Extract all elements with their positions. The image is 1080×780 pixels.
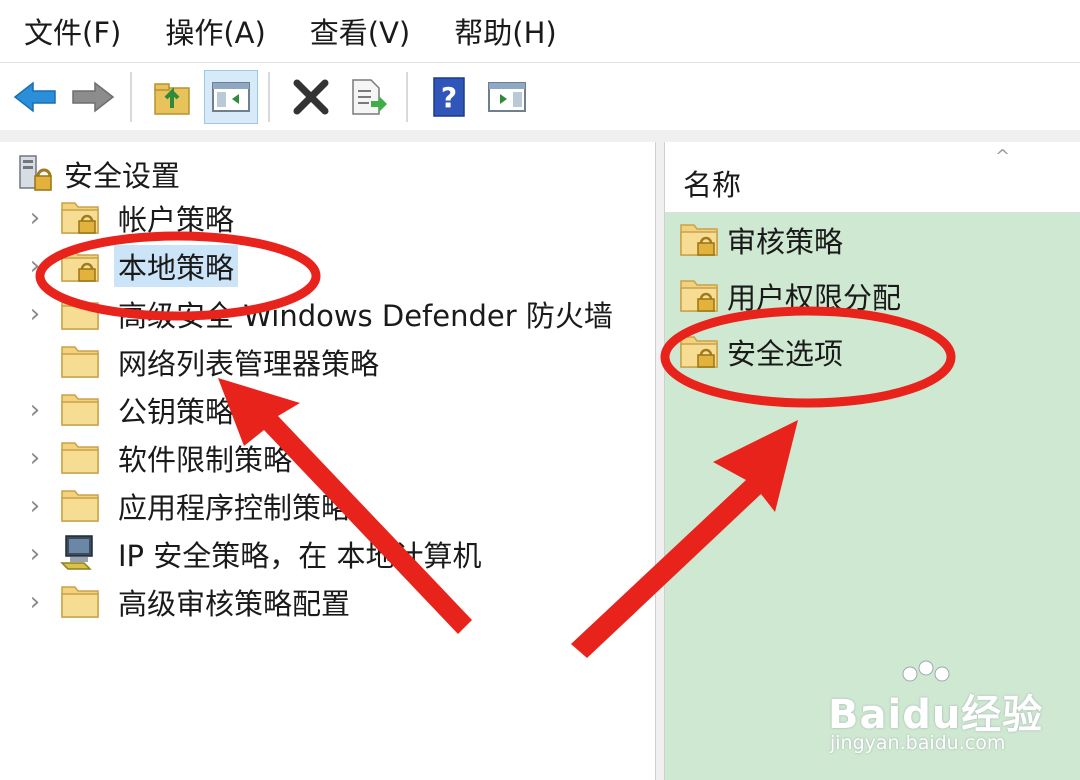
up-folder-icon <box>154 83 190 115</box>
tree-item[interactable]: › IP 安全策略，在 本地计算机 <box>24 532 485 576</box>
tree-item[interactable]: › 本地策略 <box>24 244 239 288</box>
tree-pane: 安全设置 › 帐户策略 › 本地策略 › 高级安全 Windows Defender 防火… <box>0 142 656 780</box>
menu-help[interactable]: 帮助(H) <box>432 10 578 52</box>
forward-arrow-icon <box>72 81 115 113</box>
folder-lock-icon <box>60 245 100 287</box>
tree-item[interactable]: › 高级安全 Windows Defender 防火墙 <box>24 292 617 336</box>
back-button[interactable] <box>8 70 62 124</box>
svg-text:?: ? <box>441 81 457 114</box>
menu-view[interactable]: 查看(V) <box>288 10 432 52</box>
expand-chevron-icon[interactable]: › <box>24 587 46 617</box>
watermark-url: jingyan.baidu.com <box>830 732 1006 754</box>
menu-bar: 文件(F) 操作(A) 查看(V) 帮助(H) <box>0 0 1080 62</box>
list-item[interactable]: 用户权限分配 <box>679 272 901 320</box>
tree-item-label: 公钥策略 <box>118 395 235 429</box>
folder-icon <box>60 389 100 431</box>
folder-lock-icon <box>679 331 719 373</box>
list-item[interactable]: 安全选项 <box>679 328 843 376</box>
tree-item-label: 高级安全 Windows Defender 防火墙 <box>118 299 613 333</box>
expand-chevron-icon[interactable]: › <box>24 395 46 425</box>
folder-lock-icon <box>60 197 100 239</box>
tree-item-label: 软件限制策略 <box>118 443 293 477</box>
folder-icon <box>60 341 100 383</box>
list-item-label: 用户权限分配 <box>727 281 902 315</box>
folder-icon <box>60 485 100 527</box>
folder-icon <box>60 293 100 335</box>
tree-item[interactable]: › 应用程序控制策略 <box>24 484 354 528</box>
delete-x-icon <box>293 79 329 115</box>
tree-item-label: 帐户策略 <box>118 203 235 237</box>
expand-chevron-icon[interactable]: › <box>24 539 46 569</box>
tree-item-label: 高级审核策略配置 <box>118 587 351 621</box>
folder-icon <box>60 437 100 479</box>
column-header-label: 名称 <box>683 168 742 202</box>
tree-item[interactable]: › 软件限制策略 <box>24 436 296 480</box>
computer-shield-icon <box>60 533 100 575</box>
pane-splitter[interactable] <box>655 142 665 780</box>
list-item-label: 审核策略 <box>727 225 844 259</box>
tree-item-label: 网络列表管理器策略 <box>118 347 380 381</box>
action-pane-button[interactable] <box>480 70 534 124</box>
tree-item-label: 本地策略 <box>114 245 239 287</box>
column-header-name[interactable]: 名称 ^ <box>665 142 1080 213</box>
show-hide-tree-button[interactable] <box>204 70 258 124</box>
list-item-label: 安全选项 <box>727 337 844 371</box>
tree-item[interactable]: › 公钥策略 <box>24 388 238 432</box>
delete-button[interactable] <box>284 70 338 124</box>
menu-file[interactable]: 文件(F) <box>0 10 143 52</box>
export-list-button[interactable] <box>342 70 396 124</box>
pane-gap <box>0 130 1080 142</box>
show-hide-tree-icon <box>212 82 250 112</box>
tree-root-label: 安全设置 <box>64 159 181 193</box>
folder-lock-icon <box>679 275 719 317</box>
forward-button[interactable] <box>66 70 120 124</box>
expand-chevron-icon[interactable]: › <box>24 251 46 281</box>
action-pane-icon <box>488 82 526 112</box>
tree-item-label: 应用程序控制策略 <box>118 491 351 525</box>
export-list-icon <box>352 79 387 115</box>
back-arrow-icon <box>13 81 56 113</box>
tree-root-security-settings[interactable]: 安全设置 <box>16 152 180 196</box>
toolbar-separator <box>130 72 132 122</box>
toolbar-separator <box>406 72 408 122</box>
list-item[interactable]: 审核策略 <box>679 216 843 264</box>
toolbar-separator <box>268 72 270 122</box>
help-button[interactable]: ? <box>422 70 476 124</box>
folder-lock-icon <box>679 219 719 261</box>
toolbar: ? <box>0 62 1080 131</box>
expand-chevron-icon[interactable]: › <box>24 203 46 233</box>
expand-chevron-icon[interactable]: › <box>24 491 46 521</box>
folder-icon <box>60 581 100 623</box>
menu-action[interactable]: 操作(A) <box>143 10 287 52</box>
tree-item[interactable]: › 帐户策略 <box>24 196 238 240</box>
help-icon: ? <box>433 77 465 117</box>
sort-caret-icon: ^ <box>995 146 1011 167</box>
tree-item[interactable]: › 高级审核策略配置 <box>24 580 354 624</box>
expand-chevron-icon[interactable]: › <box>24 443 46 473</box>
up-one-level-button[interactable] <box>146 70 200 124</box>
baidu-watermark: Baidu经验 jingyan.baidu.com <box>828 660 1058 760</box>
security-settings-icon <box>19 155 52 191</box>
tree-item-label: IP 安全策略，在 本地计算机 <box>118 539 482 573</box>
tree-item[interactable]: ›网络列表管理器策略 <box>24 340 383 384</box>
expand-chevron-icon[interactable]: › <box>24 299 46 329</box>
